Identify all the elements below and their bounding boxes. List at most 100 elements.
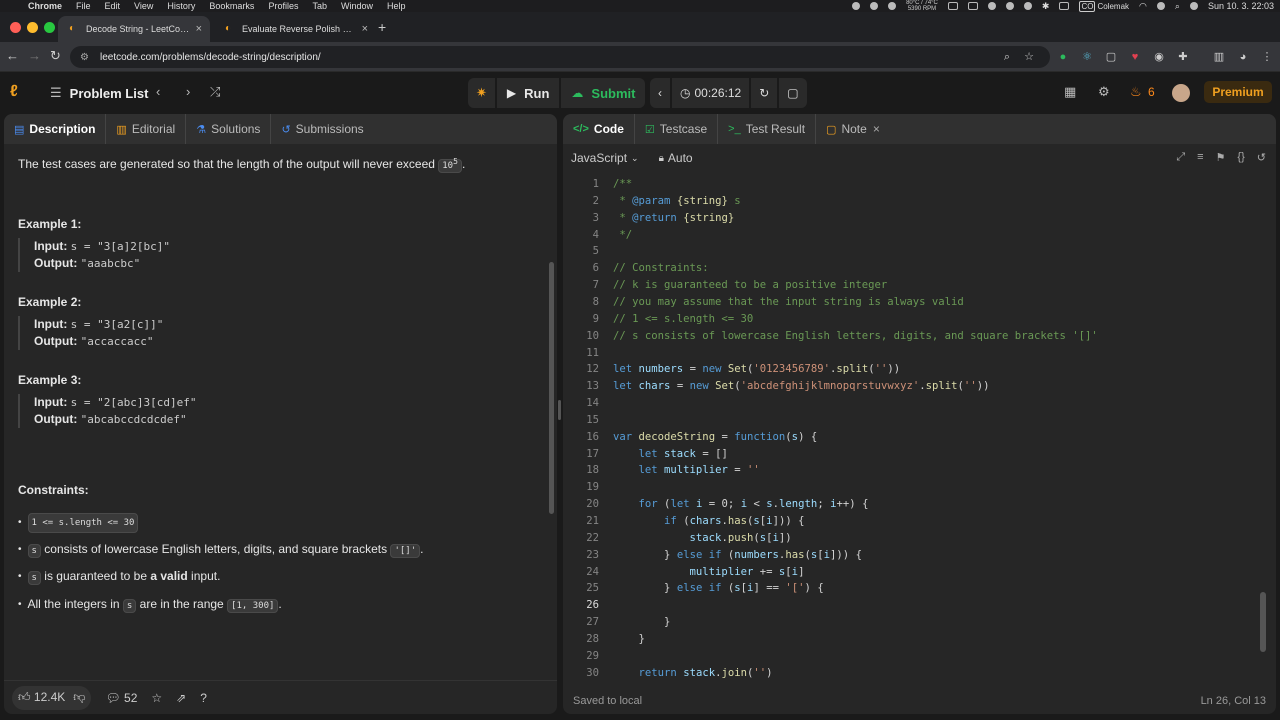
editor-scrollbar[interactable] (1260, 592, 1266, 652)
menu-profiles[interactable]: Profiles (268, 1, 298, 11)
reset-code-icon[interactable]: ↺ (1257, 151, 1266, 164)
bluetooth-icon[interactable]: ✱ (1042, 1, 1050, 12)
code-line[interactable]: 11 (563, 345, 1276, 362)
panel-resize-handle[interactable] (558, 400, 561, 420)
code-line[interactable]: 13 let chars = new Set('abcdefghijklmnopq… (563, 378, 1276, 395)
layout-icon[interactable]: ▦ (1064, 84, 1076, 100)
tab-editorial[interactable]: ▥ Editorial (106, 114, 187, 144)
code-line[interactable]: 29 (563, 648, 1276, 665)
code-line[interactable]: 16 var decodeString = function(s) { (563, 429, 1276, 446)
format-icon[interactable]: ≡ (1197, 151, 1203, 164)
leetcode-logo-icon[interactable]: ℓ (10, 83, 30, 103)
new-tab-icon[interactable]: + (378, 19, 386, 35)
extension-icon[interactable]: ▢ (1104, 50, 1118, 64)
code-line[interactable]: 3 * @return {string} (563, 210, 1276, 227)
site-info-icon[interactable]: ⚙ (80, 52, 92, 63)
settings-gear-icon[interactable]: ⚙ (1098, 84, 1110, 100)
battery-icon[interactable] (1059, 2, 1070, 10)
menu-bookmarks[interactable]: Bookmarks (209, 1, 254, 11)
extension-pocket-icon[interactable]: ♥ (1128, 50, 1142, 64)
keyboard-layout[interactable]: CO Colemak (1079, 0, 1129, 12)
code-line[interactable]: 19 (563, 479, 1276, 496)
code-line[interactable]: 28 } (563, 631, 1276, 648)
collapse-timer-button[interactable]: ‹ (650, 78, 670, 108)
code-editor[interactable]: 1/** 2 * @param {string} s3 * @return {st… (563, 176, 1276, 679)
description-scrollbar[interactable] (549, 262, 554, 514)
favorite-star-icon[interactable]: ☆ (151, 691, 162, 705)
code-line[interactable]: 5 (563, 243, 1276, 260)
menu-app-name[interactable]: Chrome (28, 1, 62, 11)
zoom-icon[interactable]: ⌕ (1000, 50, 1014, 64)
spotlight-search-icon[interactable]: ⌕ (1175, 1, 1180, 12)
fullscreen-icon[interactable]: ⤢ (1176, 151, 1185, 164)
extension-react-icon[interactable]: ⚛ (1080, 50, 1094, 64)
tab-note[interactable]: ▢ Note × (816, 114, 890, 144)
bookmark-icon[interactable]: ⚑ (1216, 151, 1226, 164)
code-line[interactable]: 1 /** (563, 176, 1276, 193)
code-line[interactable]: 7 // k is guaranteed to be a positive int… (563, 277, 1276, 294)
code-line[interactable]: 8 // you may assume that the input string… (563, 294, 1276, 311)
window-zoom-button[interactable] (44, 22, 55, 33)
menu-edit[interactable]: Edit (105, 1, 121, 11)
comments-button[interactable]: 💬︎ 52 (105, 691, 137, 705)
wifi-icon[interactable]: ◠ (1139, 1, 1147, 12)
code-line[interactable]: 21 if (chars.has(s[i])) { (563, 513, 1276, 530)
status-icon[interactable] (852, 2, 861, 10)
extensions-puzzle-icon[interactable]: ✚ (1176, 50, 1190, 64)
profile-avatar-icon[interactable]: ◕ (1236, 50, 1250, 64)
tab-submissions[interactable]: ↺ Submissions (271, 114, 373, 144)
prev-problem-icon[interactable]: ‹ (156, 84, 160, 99)
help-icon[interactable]: ? (200, 691, 207, 705)
browser-tab-decode-string[interactable]: ◐ Decode String - LeetCode × (58, 16, 210, 42)
auto-mode-toggle[interactable]: 🔒︎ Auto (659, 151, 693, 165)
share-icon[interactable]: ⇗ (176, 691, 186, 705)
shuffle-icon[interactable]: ⤮ (210, 84, 220, 100)
window-minimize-button[interactable] (27, 22, 38, 33)
menu-window[interactable]: Window (341, 1, 373, 11)
status-icon[interactable] (1005, 2, 1014, 10)
problem-list-button[interactable]: ☰ Problem List (50, 85, 148, 101)
next-problem-icon[interactable]: › (186, 84, 190, 99)
streak-fire-icon[interactable]: ♨ (1130, 84, 1142, 100)
tab-solutions[interactable]: ⚗ Solutions (186, 114, 272, 144)
tab-close-icon[interactable]: × (362, 23, 368, 35)
run-button[interactable]: ▶ Run (496, 78, 560, 108)
browser-tab-rpn[interactable]: ◐ Evaluate Reverse Polish Notat × (214, 16, 376, 42)
clock[interactable]: Sun 10. 3. 22:03 (1208, 1, 1274, 11)
siri-icon[interactable] (1189, 2, 1198, 10)
reload-icon[interactable]: ↻ (50, 48, 61, 64)
premium-button[interactable]: Premium (1204, 81, 1272, 103)
code-line[interactable]: 12 let numbers = new Set('0123456789'.spl… (563, 361, 1276, 378)
forward-icon[interactable]: → (28, 48, 41, 63)
menu-help[interactable]: Help (387, 1, 406, 11)
status-icon[interactable] (1023, 2, 1032, 10)
status-icon[interactable] (947, 2, 958, 10)
chrome-menu-icon[interactable]: ⋮ (1260, 50, 1274, 64)
notes-button[interactable]: ▢ (779, 78, 807, 108)
tab-close-icon[interactable]: × (196, 23, 202, 35)
code-line[interactable]: 18 let multiplier = '' (563, 462, 1276, 479)
code-line[interactable]: 30 return stack.join('') (563, 665, 1276, 682)
control-center-icon[interactable] (1156, 2, 1165, 10)
code-line[interactable]: 22 stack.push(s[i]) (563, 530, 1276, 547)
menu-tab[interactable]: Tab (312, 1, 327, 11)
code-line[interactable]: 15 (563, 412, 1276, 429)
code-line[interactable]: 10 // s consists of lowercase English let… (563, 328, 1276, 345)
tab-description[interactable]: ▤ Description (4, 114, 107, 144)
code-line[interactable]: 20 for (let i = 0; i < s.length; i++) { (563, 496, 1276, 513)
status-icon[interactable] (888, 2, 897, 10)
code-line[interactable]: 25 } else if (s[i] == '[') { (563, 580, 1276, 597)
like-button[interactable]: 👍︎ 12.4K (18, 690, 65, 705)
apple-menu-icon[interactable] (10, 1, 20, 11)
address-bar[interactable]: ⚙ leetcode.com/problems/decode-string/de… (70, 46, 1050, 68)
code-line[interactable]: 14 (563, 395, 1276, 412)
menu-file[interactable]: File (76, 1, 91, 11)
code-line[interactable]: 23 } else if (numbers.has(s[i])) { (563, 547, 1276, 564)
temperature-widget[interactable]: 80°C / 74°C 5390 RPM (906, 0, 938, 12)
code-line[interactable]: 2 * @param {string} s (563, 193, 1276, 210)
timer[interactable]: ◷ 00:26:12 (672, 78, 750, 108)
close-icon[interactable]: × (873, 122, 880, 136)
dislike-button[interactable]: 👎︎ (73, 690, 85, 705)
code-line[interactable]: 4 */ (563, 227, 1276, 244)
braces-icon[interactable]: {} (1237, 151, 1244, 164)
